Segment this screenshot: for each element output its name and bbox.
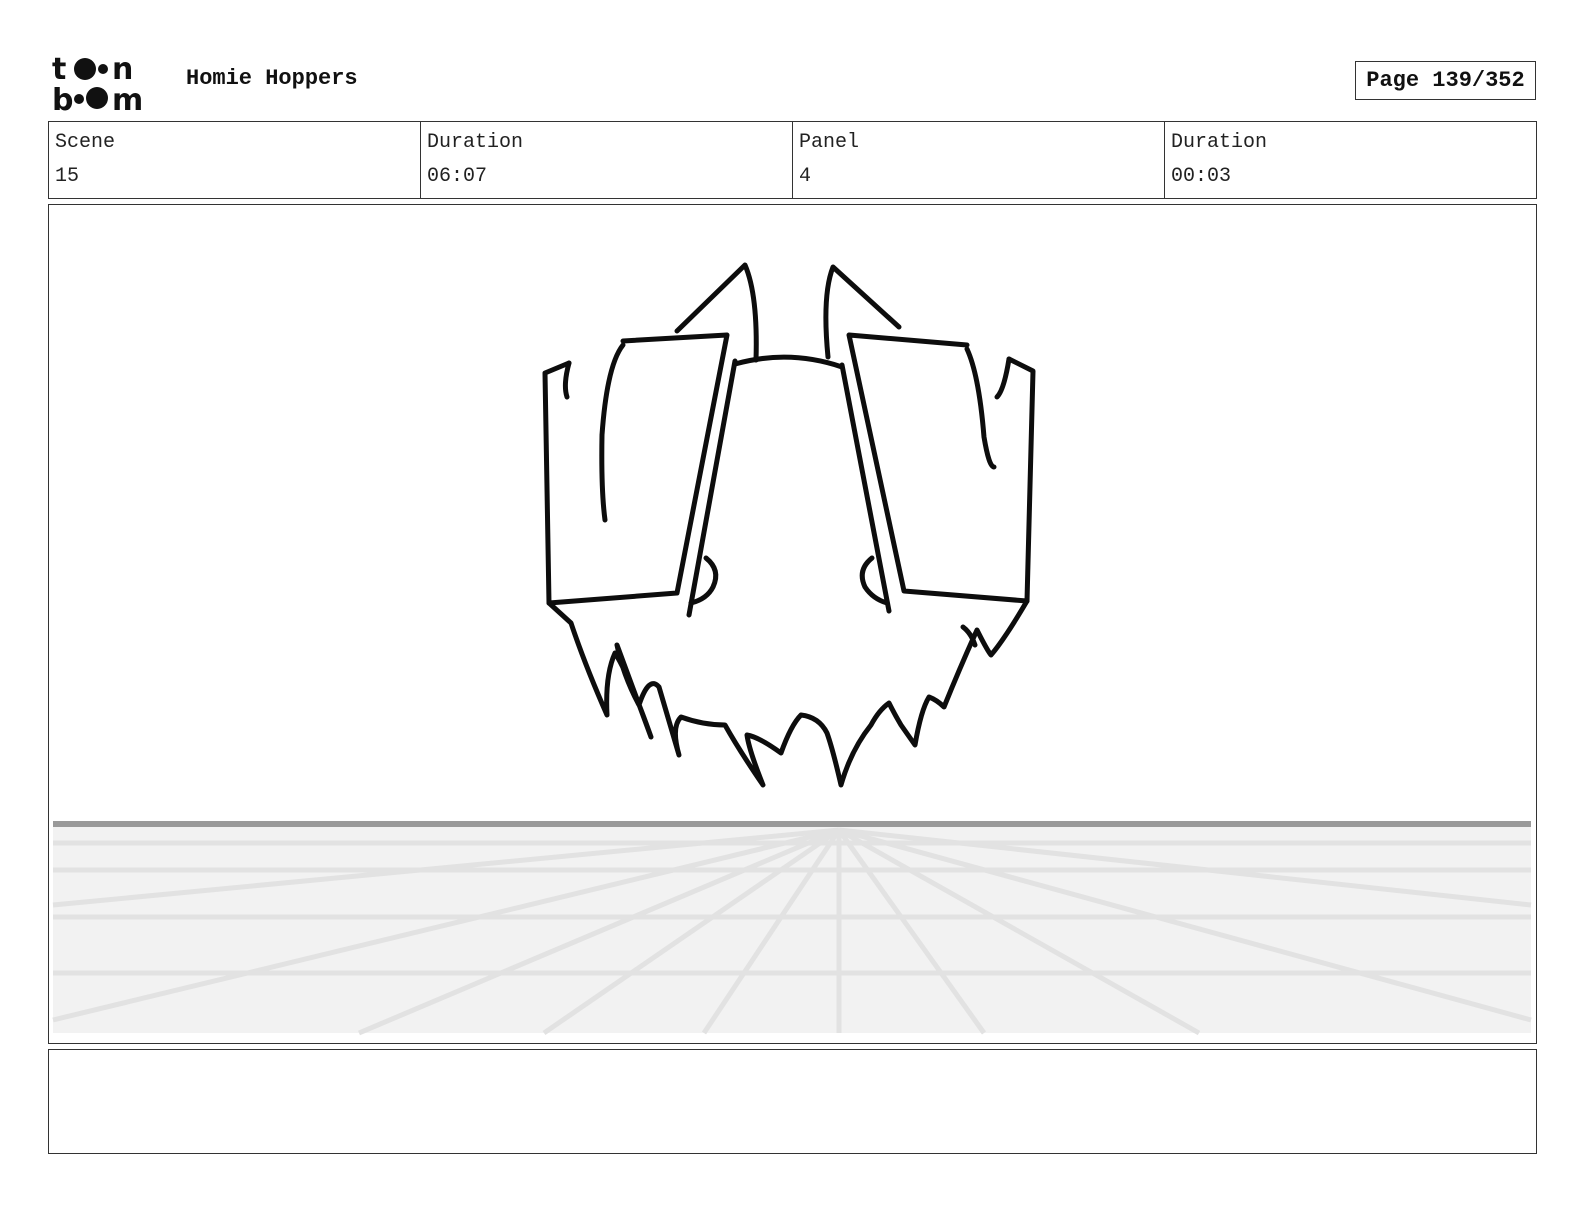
panel-duration-value: 00:03	[1171, 165, 1232, 188]
character-head-sketch	[542, 262, 1036, 788]
toon-boom-logo-graphic: t n b m	[52, 52, 143, 118]
svg-text:n: n	[112, 52, 133, 87]
scene-duration-label: Duration	[427, 131, 524, 154]
scene-info-table: Scene 15 Duration 06:07 Panel 4 Duration…	[48, 121, 1537, 199]
scene-value: 15	[55, 165, 80, 188]
storyboard-panel	[48, 204, 1537, 1044]
panel-duration-label: Duration	[1171, 131, 1268, 154]
page-counter: Page 139/352	[1355, 61, 1536, 100]
panel-drawing	[52, 262, 1532, 1036]
scene-label: Scene	[55, 131, 116, 154]
panel-duration-cell: Duration 00:03	[1165, 122, 1536, 198]
svg-text:t: t	[52, 52, 66, 87]
toon-boom-logo: t n b m	[52, 52, 164, 118]
scene-cell: Scene 15	[49, 122, 421, 198]
perspective-floor	[52, 821, 1532, 1036]
panel-label: Panel	[799, 131, 860, 154]
svg-text:m: m	[112, 83, 143, 112]
scene-duration-cell: Duration 06:07	[421, 122, 793, 198]
project-title: Homie Hoppers	[186, 66, 358, 91]
svg-text:b: b	[52, 83, 73, 112]
scene-duration-value: 06:07	[427, 165, 488, 188]
panel-notes-box[interactable]	[48, 1049, 1537, 1154]
panel-cell: Panel 4	[793, 122, 1165, 198]
panel-value: 4	[799, 165, 812, 188]
